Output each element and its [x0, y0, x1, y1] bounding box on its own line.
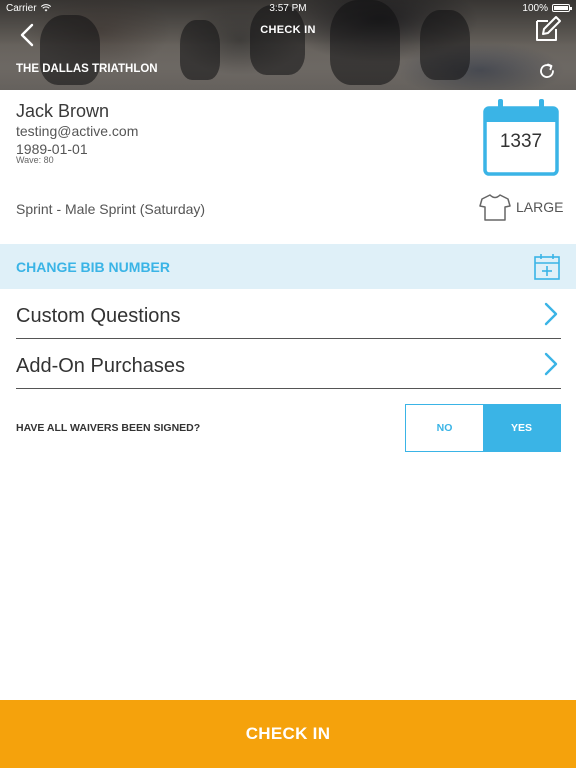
chevron-right-icon	[544, 302, 558, 326]
add-on-purchases-row[interactable]: Add-On Purchases	[16, 339, 561, 389]
event-title: THE DALLAS TRIATHLON	[16, 63, 158, 75]
battery-icon	[552, 4, 572, 12]
custom-questions-row[interactable]: Custom Questions	[16, 289, 561, 339]
bib-number: 1337	[499, 131, 543, 152]
participant-race: Sprint - Male Sprint (Saturday)	[16, 201, 206, 217]
participant-name: Jack Brown	[16, 101, 110, 121]
participant-wave: Wave: 80	[16, 155, 54, 165]
change-bib-label: CHANGE BIB NUMBER	[16, 259, 170, 275]
edit-icon[interactable]	[534, 15, 562, 43]
participant-email: testing@active.com	[16, 123, 139, 139]
waiver-toggle: NO YES	[405, 404, 561, 452]
refresh-icon[interactable]	[538, 62, 556, 80]
status-bar: Carrier 3:57 PM 100%	[0, 0, 576, 16]
change-bib-button[interactable]: CHANGE BIB NUMBER	[0, 244, 576, 289]
clock: 3:57 PM	[269, 2, 307, 14]
waiver-question: HAVE ALL WAIVERS BEEN SIGNED?	[16, 422, 201, 434]
calendar-add-icon	[534, 254, 560, 280]
chevron-right-icon	[544, 352, 558, 376]
waiver-yes-button[interactable]: YES	[483, 405, 560, 451]
check-in-button[interactable]: CHECK IN	[0, 700, 576, 768]
waiver-no-button[interactable]: NO	[406, 405, 483, 451]
shirt-size: LARGE	[516, 199, 564, 215]
add-on-purchases-label: Add-On Purchases	[16, 355, 185, 377]
custom-questions-label: Custom Questions	[16, 305, 181, 327]
shirt-icon	[479, 194, 511, 221]
page-title: CHECK IN	[260, 24, 316, 36]
